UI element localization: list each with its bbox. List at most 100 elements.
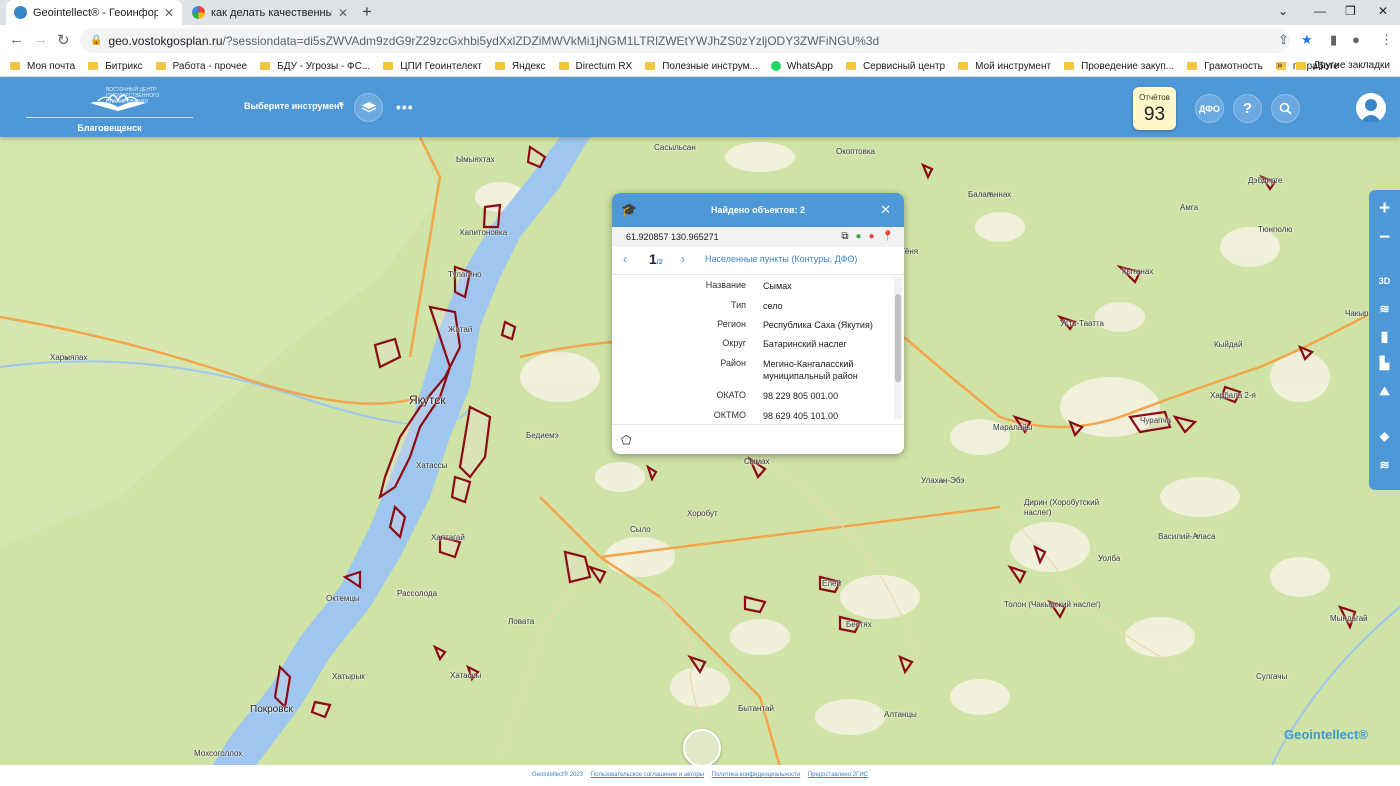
help-button[interactable]: ? bbox=[1233, 94, 1262, 123]
3d-button[interactable]: 3D bbox=[1369, 268, 1400, 294]
bookmark-item[interactable]: Грамотность bbox=[1187, 61, 1263, 72]
new-tab-button[interactable]: + bbox=[362, 3, 372, 21]
more-options-icon[interactable]: ••• bbox=[396, 99, 414, 115]
map-label-pokrovsk: Покровск bbox=[250, 704, 293, 715]
chevron-right-icon[interactable]: › bbox=[681, 252, 685, 266]
bookmark-label: Мой инструмент bbox=[975, 60, 1052, 72]
user-avatar[interactable] bbox=[1356, 93, 1386, 123]
bookmark-item[interactable]: Directum RX bbox=[558, 61, 632, 72]
bookmark-item[interactable]: Моя почта bbox=[10, 61, 75, 72]
dfo-button[interactable]: ДФО bbox=[1195, 94, 1224, 123]
popup-scrollbar[interactable] bbox=[894, 277, 902, 419]
zoom-out-button[interactable]: − bbox=[1369, 225, 1400, 251]
other-bookmarks[interactable]: Другие закладки bbox=[1313, 60, 1390, 71]
search-button[interactable] bbox=[1271, 94, 1300, 123]
map-label: Бестях bbox=[846, 620, 872, 629]
share-icon[interactable]: ⇪ bbox=[1278, 32, 1289, 48]
waves-icon[interactable]: ≋ bbox=[1369, 296, 1400, 322]
map-pin-icon[interactable]: 📍 bbox=[882, 231, 894, 242]
map-label: Капитоновка bbox=[460, 228, 508, 237]
more-bookmarks-button[interactable]: » bbox=[1277, 60, 1283, 71]
bookmark-item[interactable]: Сервисный центр bbox=[845, 61, 945, 72]
chevron-down-icon[interactable]: ▼ bbox=[337, 100, 345, 109]
bookmark-item[interactable]: Яндекс bbox=[494, 61, 546, 72]
bookmark-item[interactable]: Полезные инструм... bbox=[645, 61, 758, 72]
bookmark-star-icon[interactable]: ★ bbox=[1301, 32, 1313, 48]
layers-button[interactable] bbox=[354, 93, 383, 122]
chevron-left-icon[interactable]: ‹ bbox=[623, 252, 627, 266]
close-tab-icon[interactable]: ✕ bbox=[338, 6, 348, 20]
tab-title: Geointellect® - Геоинформацио bbox=[33, 6, 158, 19]
map-label: Кытанах bbox=[1122, 267, 1154, 276]
folder-icon bbox=[1296, 61, 1307, 70]
lock-icon[interactable]: 🔒 bbox=[90, 35, 102, 46]
map-label: Тулагино bbox=[448, 270, 482, 279]
layer-name-link[interactable]: Населенные пункты (Контуры, ДФО) bbox=[705, 254, 857, 264]
map-label: Ымыяхтах bbox=[456, 155, 495, 164]
minimize-button[interactable]: — bbox=[1314, 4, 1326, 18]
scrollbar-thumb[interactable] bbox=[895, 294, 901, 382]
bookmark-item[interactable]: ЦПИ Геоинтелект bbox=[383, 61, 482, 72]
map-label: Кыйдай bbox=[1214, 340, 1243, 349]
map-label: Сасыльсан bbox=[654, 143, 696, 152]
restore-button[interactable]: ❐ bbox=[1345, 4, 1356, 18]
profile-icon[interactable]: ● bbox=[1352, 32, 1360, 47]
geointellect-favicon-icon bbox=[14, 6, 27, 19]
provider-link[interactable]: Предоставлено 2ГИС bbox=[808, 772, 868, 778]
eraser-icon[interactable]: ◆ bbox=[1369, 423, 1400, 449]
google-maps-icon[interactable]: ● bbox=[855, 231, 861, 242]
map-label: Улахан-Эбэ bbox=[921, 476, 965, 485]
bookmark-item[interactable]: Проведение закуп... bbox=[1064, 61, 1174, 72]
objects-found-popup: 🎓 Найдено объектов: 2 ✕ 61.920857 130.96… bbox=[612, 193, 904, 454]
folder-icon bbox=[845, 62, 856, 70]
yandex-maps-icon[interactable]: ● bbox=[869, 231, 875, 242]
tab-google[interactable]: как делать качественные сними ✕ bbox=[184, 0, 356, 25]
agreement-link[interactable]: Пользовательское соглашение и авторы bbox=[591, 772, 704, 778]
map-label: Харбала 2-я bbox=[1210, 391, 1256, 400]
menu-icon[interactable]: ⋮ bbox=[1380, 32, 1393, 48]
folder-icon bbox=[260, 62, 271, 70]
buildings-icon[interactable]: ▙ bbox=[1369, 350, 1400, 376]
folder-icon bbox=[383, 62, 394, 70]
city-name[interactable]: Благовещенск bbox=[26, 123, 193, 133]
folder-icon bbox=[1187, 62, 1198, 70]
zoom-in-button[interactable]: + bbox=[1369, 196, 1400, 222]
side-panel-icon[interactable]: ▮ bbox=[1330, 32, 1337, 48]
bookmark-item[interactable]: Мой инструмент bbox=[958, 61, 1051, 72]
map-thumbnail-button[interactable] bbox=[683, 729, 721, 767]
reports-counter[interactable]: Отчётов 93 bbox=[1133, 87, 1176, 130]
map-label: Окоптовка bbox=[836, 147, 875, 156]
close-window-button[interactable]: ✕ bbox=[1378, 4, 1388, 18]
traffic-light-icon[interactable]: ▮ bbox=[1369, 323, 1400, 349]
coordinates-row: 61.920857 130.965271 ⧉ ● ● 📍 bbox=[612, 227, 904, 247]
browser-toolbar: ← → ↻ 🔒 geo.vostokgosplan.ru/?sessiondat… bbox=[0, 25, 1400, 56]
popup-title: Найдено объектов: 2 bbox=[710, 205, 806, 215]
tool-select[interactable]: Выберите инструмент bbox=[244, 101, 344, 111]
address-bar[interactable]: 🔒 geo.vostokgosplan.ru/?sessiondata=di5s… bbox=[80, 28, 1290, 53]
bookmark-label: Битрикс bbox=[105, 60, 143, 72]
map-label: Усть-Таатта bbox=[1060, 319, 1104, 328]
bookmark-label: Полезные инструм... bbox=[662, 60, 758, 72]
tab-geointellect[interactable]: Geointellect® - Геоинформацио ✕ bbox=[6, 0, 182, 25]
reload-icon[interactable]: ↻ bbox=[57, 31, 70, 49]
map-label: Харыялах bbox=[50, 353, 88, 362]
map-label: Хатассы bbox=[450, 671, 482, 680]
tab-title: как делать качественные сними bbox=[211, 6, 332, 19]
bookmark-item[interactable]: БДУ - Угрозы - ФС... bbox=[260, 61, 370, 72]
tab-search-icon[interactable]: ⌄ bbox=[1278, 4, 1288, 18]
polygon-icon[interactable]: ⬠ bbox=[621, 433, 631, 447]
back-icon[interactable]: ← bbox=[9, 31, 24, 48]
layers-stack-icon[interactable]: ≋ bbox=[1369, 452, 1400, 478]
close-icon[interactable]: ✕ bbox=[880, 202, 891, 218]
search-icon bbox=[1279, 102, 1292, 115]
bookmark-item[interactable]: WhatsApp bbox=[770, 61, 833, 72]
close-tab-icon[interactable]: ✕ bbox=[164, 6, 174, 20]
map-label: Дэбдирге bbox=[1248, 176, 1283, 185]
user-icon bbox=[1360, 99, 1382, 123]
forward-icon[interactable]: → bbox=[33, 31, 48, 48]
copy-icon[interactable]: ⧉ bbox=[841, 231, 848, 242]
privacy-link[interactable]: Политика конфиденциальности bbox=[712, 772, 801, 778]
relief-icon[interactable]: ⛰ bbox=[1369, 378, 1400, 404]
bookmark-item[interactable]: Работа - прочее bbox=[155, 61, 247, 72]
bookmark-item[interactable]: Битрикс bbox=[88, 60, 143, 72]
